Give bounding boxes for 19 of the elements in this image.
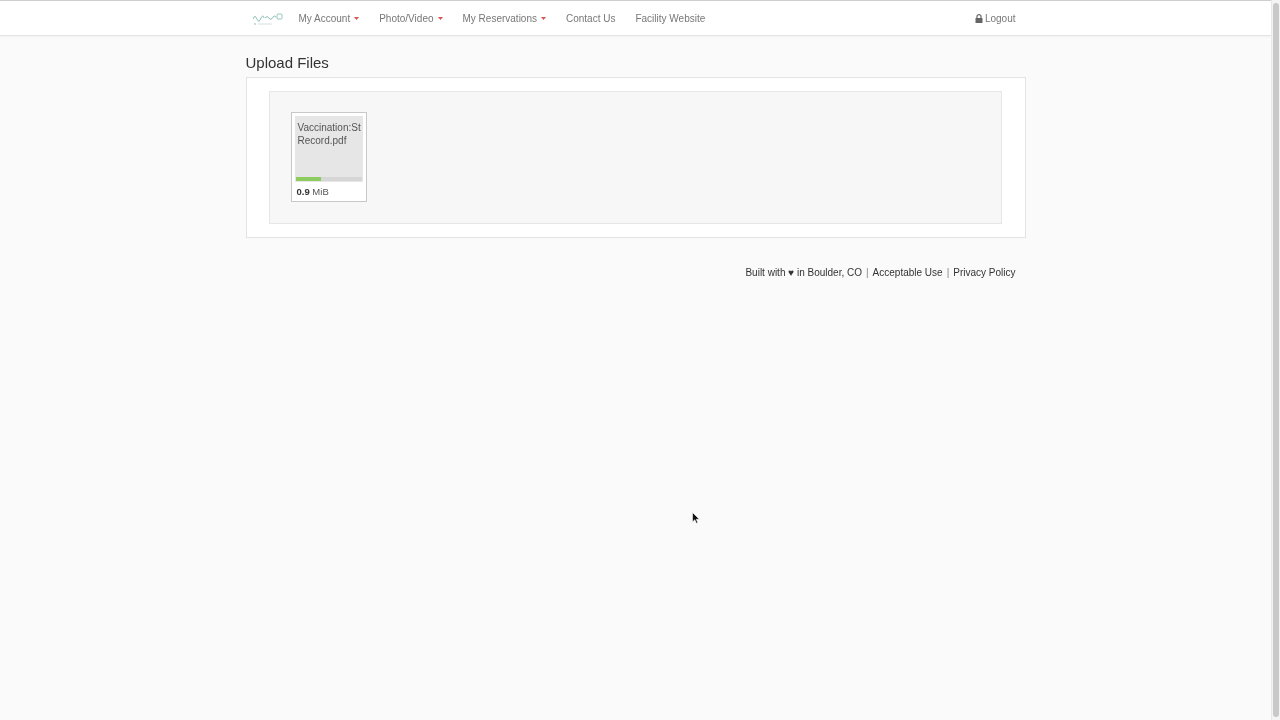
nav-menu-item[interactable]: My Reservations (452, 1, 556, 35)
separator-text: | (866, 267, 869, 278)
nav-menu-item[interactable]: Facility Website (625, 1, 716, 35)
nav-menu-item[interactable]: Contact Us (556, 1, 626, 35)
lock-icon (974, 13, 983, 23)
page-title: Upload Files (245, 54, 330, 72)
logout-link[interactable]: Logout (964, 1, 1026, 35)
nav-menu-item[interactable]: Photo/Video (369, 1, 453, 35)
file-size: 0.9 MiB (295, 186, 329, 198)
separator-text: | (946, 267, 950, 278)
nav-menu-item[interactable]: My Account (288, 1, 370, 35)
scrollbar[interactable] (1271, 0, 1280, 720)
scrollbar-thumb[interactable] (1273, 3, 1279, 717)
mouse-cursor-icon (692, 512, 700, 524)
footer-link[interactable]: Acceptable Use (872, 267, 943, 278)
dropzone[interactable]: Vaccination:St Record.pdf 0.9 MiB (268, 91, 1002, 224)
credit-text: Built with ♥ in Boulder, CO (745, 267, 862, 278)
footer-link[interactable]: Privacy Policy (953, 267, 1016, 278)
file-name: Vaccination:St Record.pdf (296, 121, 361, 147)
